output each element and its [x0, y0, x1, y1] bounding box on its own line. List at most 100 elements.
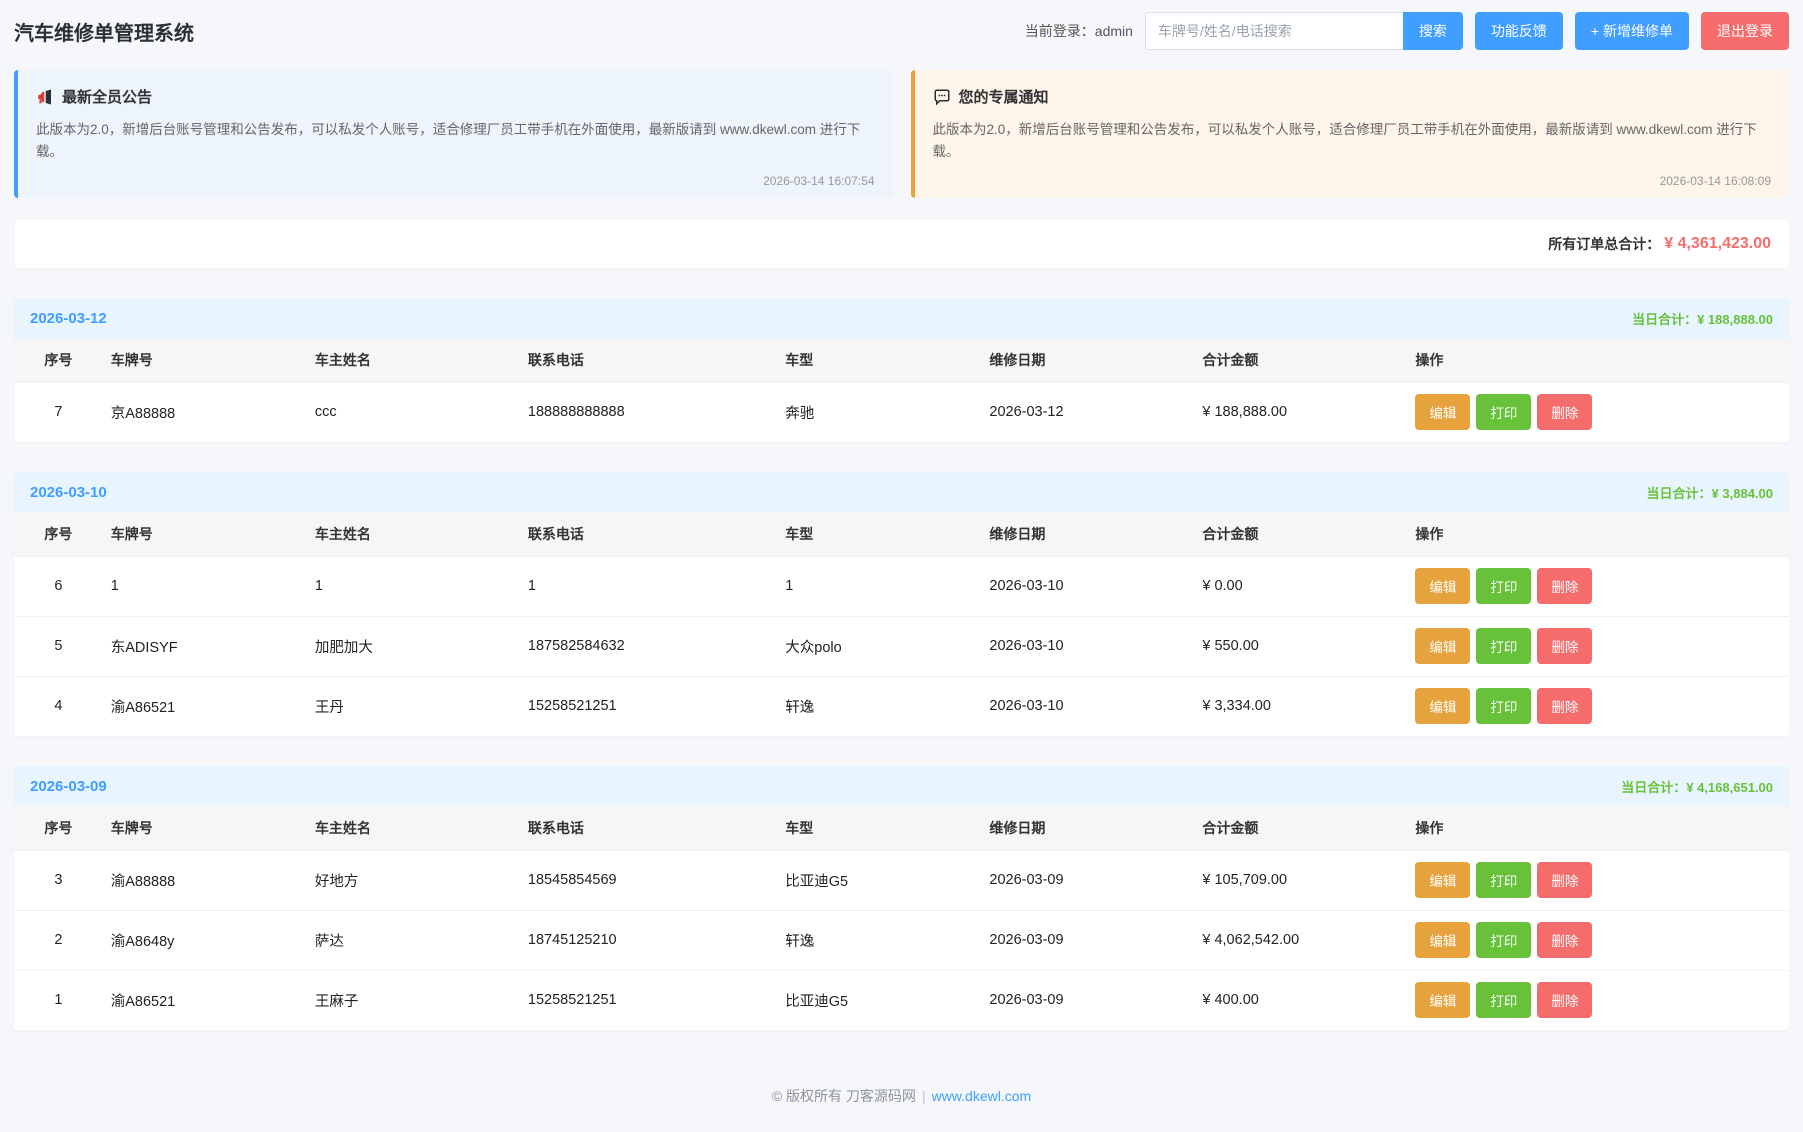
section-day-total: 当日合计：¥ 4,168,651.00: [1621, 777, 1773, 796]
top-header: 汽车维修单管理系统 当前登录：admin 搜索 功能反馈 + 新增维修单 退出登…: [14, 0, 1789, 62]
current-user-label: 当前登录：: [1025, 23, 1095, 39]
edit-button[interactable]: 编辑: [1415, 982, 1470, 1018]
grand-total-label: 所有订单总合计：: [1548, 234, 1660, 254]
megaphone-icon: [36, 88, 54, 106]
orders-table: 序号 车牌号 车主姓名 联系电话 车型 维修日期 合计金额 操作 6 1 1 1…: [14, 512, 1789, 736]
col-seq: 序号: [14, 338, 103, 382]
col-phone: 联系电话: [520, 338, 777, 382]
cell-seq: 5: [14, 616, 103, 676]
speech-bubble-icon: [933, 88, 951, 106]
table-row: 7 京A88888 ccc 188888888888 奔驰 2026-03-12…: [14, 382, 1789, 442]
table-row: 5 东ADISYF 加肥加大 187582584632 大众polo 2026-…: [14, 616, 1789, 676]
cell-owner: 加肥加大: [307, 616, 520, 676]
cell-plate: 渝A86521: [103, 676, 307, 736]
col-amount: 合计金额: [1194, 806, 1407, 850]
cell-owner: 好地方: [307, 850, 520, 910]
col-ops: 操作: [1407, 806, 1789, 850]
delete-button[interactable]: 删除: [1537, 982, 1592, 1018]
search-button[interactable]: 搜索: [1403, 12, 1463, 50]
cell-phone: 187582584632: [520, 616, 777, 676]
cell-owner: ccc: [307, 382, 520, 442]
col-phone: 联系电话: [520, 512, 777, 556]
section-day-total: 当日合计：¥ 188,888.00: [1632, 309, 1773, 328]
delete-button[interactable]: 删除: [1537, 862, 1592, 898]
delete-button[interactable]: 删除: [1537, 568, 1592, 604]
cell-amount: ¥ 105,709.00: [1194, 850, 1407, 910]
col-phone: 联系电话: [520, 806, 777, 850]
print-button[interactable]: 打印: [1476, 982, 1531, 1018]
print-button[interactable]: 打印: [1476, 628, 1531, 664]
edit-button[interactable]: 编辑: [1415, 394, 1470, 430]
cell-model: 比亚迪G5: [777, 850, 981, 910]
delete-button[interactable]: 删除: [1537, 922, 1592, 958]
cell-model: 1: [777, 556, 981, 616]
print-button[interactable]: 打印: [1476, 922, 1531, 958]
cell-amount: ¥ 400.00: [1194, 970, 1407, 1030]
add-repair-order-button[interactable]: + 新增维修单: [1575, 12, 1689, 50]
cell-model: 轩逸: [777, 910, 981, 970]
col-amount: 合计金额: [1194, 338, 1407, 382]
print-button[interactable]: 打印: [1476, 688, 1531, 724]
orders-table: 序号 车牌号 车主姓名 联系电话 车型 维修日期 合计金额 操作 7 京A888…: [14, 338, 1789, 442]
cell-phone: 15258521251: [520, 970, 777, 1030]
table-row: 1 渝A86521 王麻子 15258521251 比亚迪G5 2026-03-…: [14, 970, 1789, 1030]
delete-button[interactable]: 删除: [1537, 394, 1592, 430]
current-user: 当前登录：admin: [1025, 21, 1133, 41]
col-date: 维修日期: [981, 512, 1194, 556]
col-plate: 车牌号: [103, 338, 307, 382]
page-footer: © 版权所有 刀客源码网|www.dkewl.com: [14, 1064, 1789, 1132]
cell-seq: 7: [14, 382, 103, 442]
table-row: 4 渝A86521 王丹 15258521251 轩逸 2026-03-10 ¥…: [14, 676, 1789, 736]
footer-link[interactable]: www.dkewl.com: [932, 1088, 1032, 1104]
edit-button[interactable]: 编辑: [1415, 628, 1470, 664]
feedback-button[interactable]: 功能反馈: [1475, 12, 1563, 50]
cell-phone: 15258521251: [520, 676, 777, 736]
col-plate: 车牌号: [103, 512, 307, 556]
section-date: 2026-03-12: [30, 310, 107, 327]
logout-button[interactable]: 退出登录: [1701, 12, 1789, 50]
cell-phone: 18545854569: [520, 850, 777, 910]
personal-notice-body: 此版本为2.0，新增后台账号管理和公告发布，可以私发个人账号，适合修理厂员工带手…: [933, 119, 1772, 164]
col-model: 车型: [777, 338, 981, 382]
cell-model: 大众polo: [777, 616, 981, 676]
cell-phone: 1: [520, 556, 777, 616]
cell-plate: 京A88888: [103, 382, 307, 442]
search-input[interactable]: [1145, 12, 1403, 50]
cell-amount: ¥ 550.00: [1194, 616, 1407, 676]
cell-date: 2026-03-09: [981, 970, 1194, 1030]
col-plate: 车牌号: [103, 806, 307, 850]
announcement-title: 最新全员公告: [62, 86, 152, 107]
cell-amount: ¥ 188,888.00: [1194, 382, 1407, 442]
app-title: 汽车维修单管理系统: [14, 17, 194, 46]
edit-button[interactable]: 编辑: [1415, 568, 1470, 604]
col-amount: 合计金额: [1194, 512, 1407, 556]
notice-cards: 最新全员公告 此版本为2.0，新增后台账号管理和公告发布，可以私发个人账号，适合…: [14, 70, 1789, 198]
cell-date: 2026-03-10: [981, 676, 1194, 736]
date-section-2026-03-12: 2026-03-12 当日合计：¥ 188,888.00 序号 车牌号 车主姓名…: [14, 298, 1789, 442]
print-button[interactable]: 打印: [1476, 394, 1531, 430]
grand-total-amount: ¥ 4,361,423.00: [1664, 235, 1771, 253]
cell-seq: 6: [14, 556, 103, 616]
print-button[interactable]: 打印: [1476, 568, 1531, 604]
personal-notice-timestamp: 2026-03-14 16:08:09: [933, 168, 1772, 188]
edit-button[interactable]: 编辑: [1415, 688, 1470, 724]
print-button[interactable]: 打印: [1476, 862, 1531, 898]
col-model: 车型: [777, 806, 981, 850]
section-day-total: 当日合计：¥ 3,884.00: [1647, 483, 1773, 502]
table-row: 6 1 1 1 1 2026-03-10 ¥ 0.00 编辑 打印 删除: [14, 556, 1789, 616]
orders-grand-total-bar: 所有订单总合计： ¥ 4,361,423.00: [14, 220, 1789, 268]
cell-model: 比亚迪G5: [777, 970, 981, 1030]
delete-button[interactable]: 删除: [1537, 688, 1592, 724]
current-user-name: admin: [1095, 23, 1133, 39]
cell-model: 奔驰: [777, 382, 981, 442]
delete-button[interactable]: 删除: [1537, 628, 1592, 664]
personal-notice-title: 您的专属通知: [959, 86, 1049, 107]
cell-seq: 4: [14, 676, 103, 736]
cell-seq: 3: [14, 850, 103, 910]
cell-plate: 东ADISYF: [103, 616, 307, 676]
copyright-text: © 版权所有 刀客源码网: [772, 1088, 916, 1104]
edit-button[interactable]: 编辑: [1415, 922, 1470, 958]
date-section-2026-03-10: 2026-03-10 当日合计：¥ 3,884.00 序号 车牌号 车主姓名 联…: [14, 472, 1789, 736]
cell-plate: 1: [103, 556, 307, 616]
edit-button[interactable]: 编辑: [1415, 862, 1470, 898]
